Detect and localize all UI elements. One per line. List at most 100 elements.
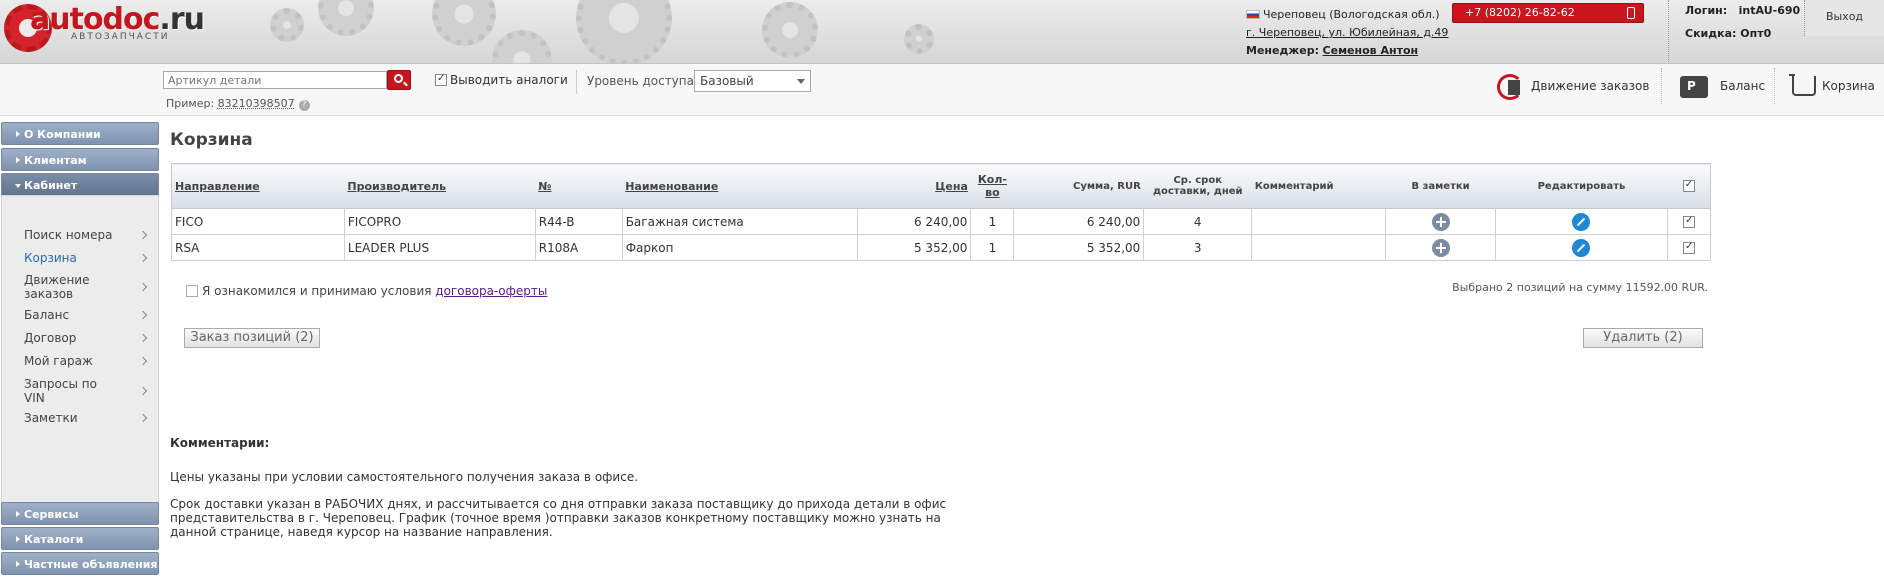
- part-number-search-input[interactable]: [163, 71, 387, 89]
- access-level-label: Уровень доступа: [587, 74, 694, 88]
- cell-edit: [1495, 234, 1668, 261]
- order-items-button[interactable]: Заказ позиций (2): [184, 328, 320, 348]
- order-movement-label: Движение заказов: [1531, 79, 1650, 93]
- cell-delivery: 3: [1143, 234, 1253, 261]
- edit-pencil-icon[interactable]: [1572, 238, 1591, 257]
- column-manufacturer[interactable]: Производитель: [344, 163, 536, 209]
- add-to-notes-icon[interactable]: [1431, 238, 1450, 257]
- search-toolbar: Пример: 83210398507? Выводить аналоги Ур…: [0, 64, 1884, 116]
- sidebar-item-contract[interactable]: Договор: [24, 331, 148, 345]
- access-level-value: Базовый: [700, 74, 754, 88]
- cart-table: Направление Производитель № Наименование…: [171, 163, 1712, 261]
- chevron-right-icon: [138, 386, 148, 396]
- cell-manufacturer: LEADER PLUS: [343, 234, 536, 261]
- select-all-checkbox[interactable]: [1682, 179, 1695, 192]
- column-comment: Комментарий: [1251, 163, 1386, 209]
- show-analogs-checkbox[interactable]: [435, 73, 447, 86]
- access-level-select[interactable]: Базовый: [694, 70, 811, 92]
- gear-decoration-icon: [270, 8, 304, 42]
- toolbar-separator: [1774, 68, 1775, 104]
- logout-button[interactable]: Выход: [1804, 0, 1884, 36]
- column-direction[interactable]: Направление: [171, 163, 345, 209]
- show-analogs-toggle[interactable]: Выводить аналоги: [435, 73, 568, 87]
- search-icon: [394, 74, 403, 83]
- comments-section: Комментарии: Цены указаны при условии са…: [170, 436, 960, 552]
- nav-section-about[interactable]: О Компании: [1, 122, 159, 145]
- offer-contract-link[interactable]: договора-оферты: [435, 284, 547, 298]
- sidebar-item-balance[interactable]: Баланс: [24, 308, 148, 322]
- delete-items-button[interactable]: Удалить (2): [1583, 328, 1703, 348]
- office-address-link[interactable]: г. Череповец, ул. Юбилейная, д.49: [1246, 24, 1448, 42]
- column-name[interactable]: Наименование: [622, 163, 858, 209]
- order-movement-link[interactable]: Движение заказов: [1497, 72, 1657, 100]
- cell-number: R44-B: [534, 208, 623, 235]
- cart-link[interactable]: Корзина: [1789, 72, 1882, 100]
- nav-section-classifieds[interactable]: Частные объявления: [1, 552, 159, 575]
- nav-section-cabinet[interactable]: Кабинет: [1, 173, 159, 196]
- wallet-icon: [1680, 76, 1708, 98]
- discount-label: Скидка:: [1685, 27, 1737, 40]
- login-label: Логин:: [1685, 4, 1728, 17]
- cabinet-submenu: Поиск номера Корзина Движение заказов Ба…: [1, 195, 159, 515]
- gear-decoration-icon: [318, 0, 374, 36]
- login-value: intAU-690: [1738, 4, 1801, 17]
- comments-title: Комментарии:: [170, 436, 270, 450]
- region-info: Череповец (Вологодская обл.) г. Черепове…: [1246, 6, 1448, 60]
- mobile-phone-icon: [1627, 7, 1635, 19]
- sidebar-item-notes[interactable]: Заметки: [24, 411, 148, 425]
- add-to-notes-icon[interactable]: [1431, 212, 1450, 231]
- cell-select: [1666, 234, 1712, 261]
- account-panel: Логин: intAU-690 Скидка: Опт0 Выход: [1668, 0, 1884, 63]
- column-price[interactable]: Цена: [857, 163, 971, 209]
- balance-link[interactable]: Баланс: [1680, 72, 1765, 100]
- gear-decoration-icon: [762, 2, 818, 58]
- sidebar-item-vin-requests[interactable]: Запросы по VIN: [24, 377, 148, 405]
- chevron-right-icon: [138, 230, 148, 240]
- manager-name-link[interactable]: Семенов Антон: [1323, 44, 1419, 57]
- help-icon[interactable]: ?: [298, 100, 310, 111]
- edit-pencil-icon[interactable]: [1572, 212, 1591, 231]
- sidebar-item-part-search[interactable]: Поиск номера: [24, 228, 148, 242]
- column-edit: Редактировать: [1495, 163, 1668, 209]
- chevron-right-icon: [138, 253, 148, 263]
- cell-manufacturer: FICOPRO: [343, 208, 536, 235]
- table-row: FICO FICOPRO R44-B Багажная система 6 24…: [171, 208, 1712, 235]
- nav-section-catalogs[interactable]: Каталоги: [1, 527, 159, 550]
- sidebar-item-cart[interactable]: Корзина: [24, 251, 148, 265]
- cell-comment[interactable]: [1251, 208, 1387, 235]
- nav-section-clients[interactable]: Клиентам: [1, 148, 159, 171]
- cell-name: Фаркоп: [621, 234, 858, 261]
- column-notes: В заметки: [1385, 163, 1496, 209]
- discount-value: Опт0: [1740, 27, 1772, 40]
- table-header-row: Направление Производитель № Наименование…: [171, 163, 1711, 209]
- table-row: RSA LEADER PLUS R108A Фаркоп 5 352,00 1 …: [171, 234, 1712, 261]
- cell-qty: 1: [970, 208, 1015, 235]
- comment-text: Цены указаны при условии самостоятельног…: [170, 470, 639, 484]
- row-checkbox[interactable]: [1682, 241, 1695, 254]
- cell-qty: 1: [970, 234, 1015, 261]
- column-number[interactable]: №: [535, 163, 623, 209]
- chevron-right-icon: [138, 356, 148, 366]
- discount-row: Скидка: Опт0: [1685, 27, 1771, 40]
- gear-decoration-icon: [492, 30, 552, 63]
- site-logo[interactable]: autodoc.ru АВТОЗАПЧАСТИ: [4, 2, 205, 52]
- example-number-link[interactable]: 83210398507: [218, 97, 295, 110]
- row-checkbox[interactable]: [1682, 215, 1695, 228]
- sidebar-item-order-movement[interactable]: Движение заказов: [24, 273, 148, 301]
- column-qty[interactable]: Кол-во: [970, 163, 1014, 209]
- region-name: Череповец (Вологодская обл.): [1263, 8, 1440, 21]
- terms-text: Я ознакомился и принимаю условия: [202, 284, 432, 298]
- search-button[interactable]: [387, 70, 411, 90]
- nav-section-services[interactable]: Сервисы: [1, 502, 159, 525]
- chevron-right-icon: [138, 310, 148, 320]
- cell-direction[interactable]: FICO: [171, 208, 345, 235]
- cell-number: R108A: [534, 234, 623, 261]
- gear-decoration-icon: [904, 24, 934, 54]
- russia-flag-icon: [1246, 10, 1260, 19]
- cell-delivery: 4: [1143, 208, 1253, 235]
- cell-direction[interactable]: RSA: [171, 234, 345, 261]
- manager-line: Менеджер: Семенов Антон: [1246, 42, 1448, 60]
- terms-checkbox[interactable]: [186, 285, 198, 297]
- sidebar-item-my-garage[interactable]: Мой гараж: [24, 354, 148, 368]
- cell-comment[interactable]: [1251, 234, 1387, 261]
